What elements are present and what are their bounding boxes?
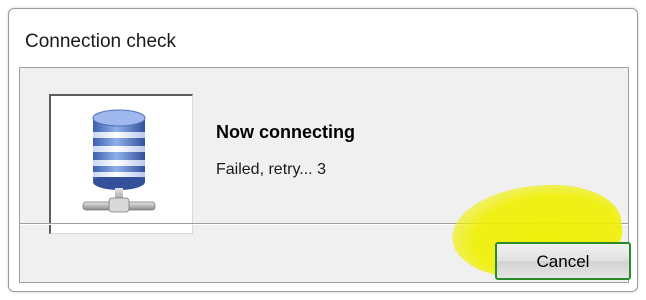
status-heading: Now connecting [216,122,355,142]
status-message: Failed, retry... 3 [216,161,326,178]
icon-frame [49,94,193,234]
title-bar: Connection check [9,9,637,67]
connection-check-dialog: Connection check Now connecting Failed, … [8,8,638,292]
window-title: Connection check [25,31,177,52]
dialog-content: Now connecting Failed, retry... 3 Cancel [19,67,631,287]
database-server-icon [82,109,156,213]
cancel-button[interactable]: Cancel [495,242,631,280]
